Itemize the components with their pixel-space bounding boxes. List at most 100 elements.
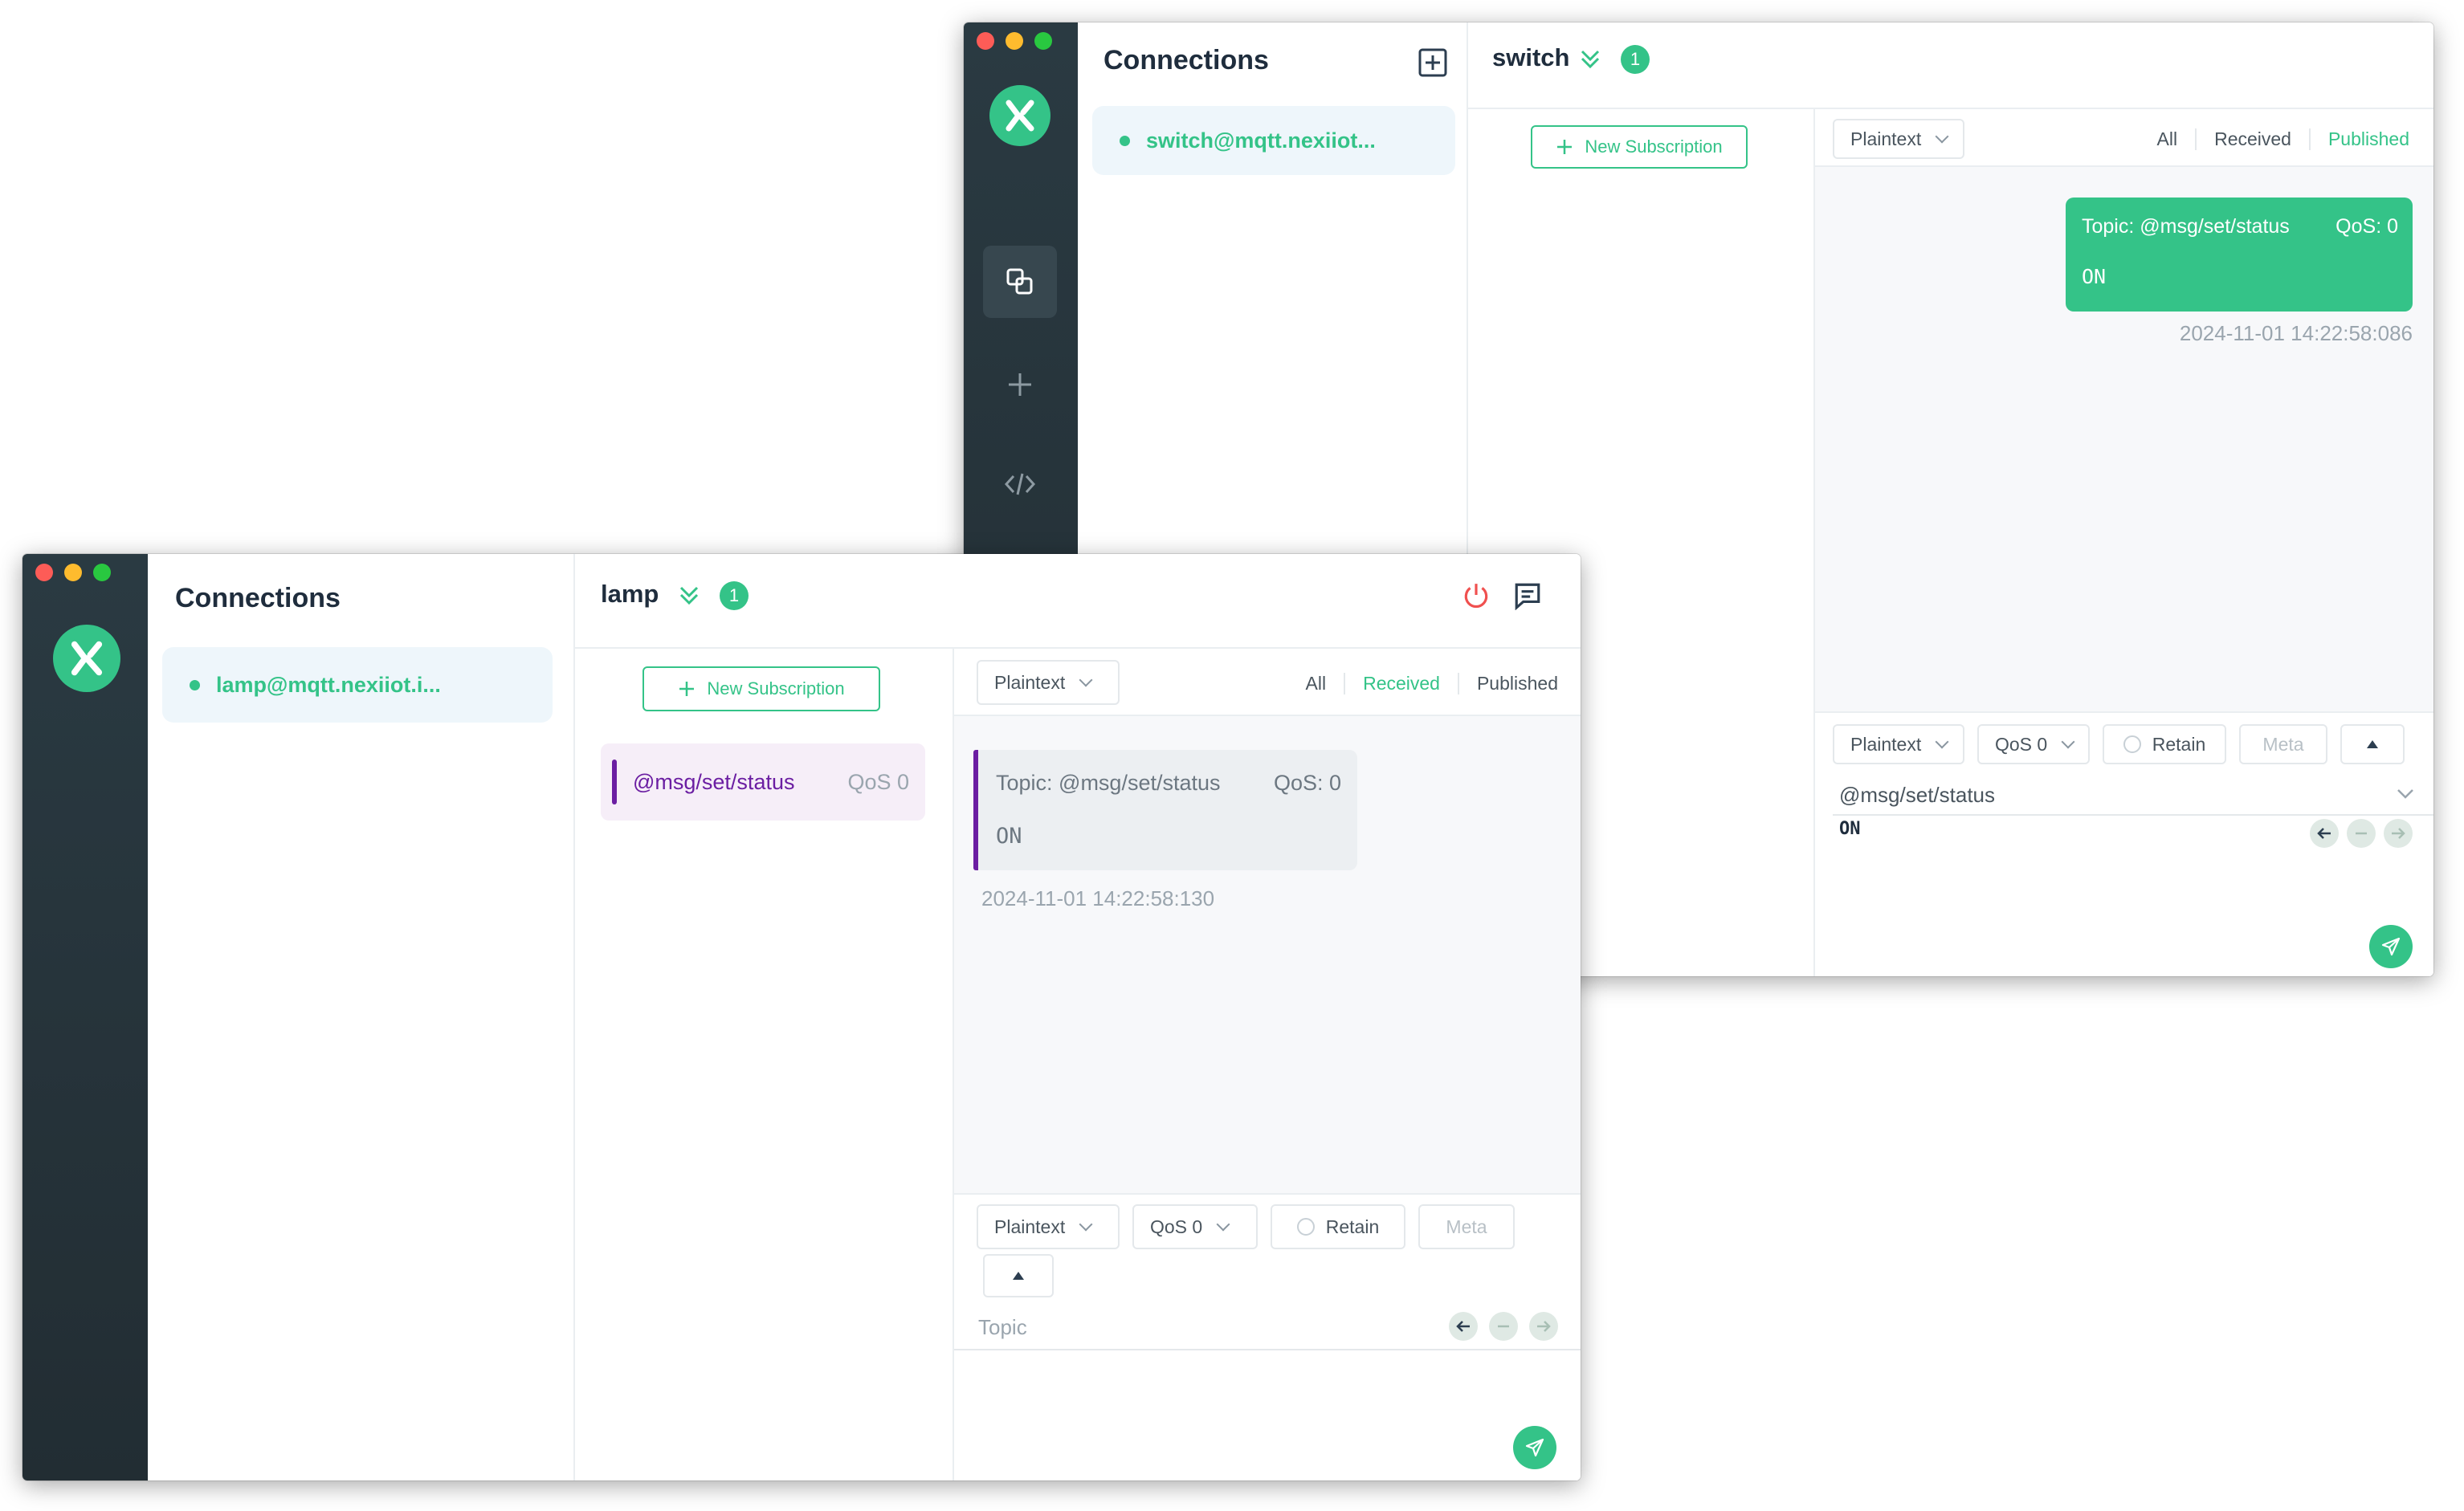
send-button[interactable] [1513,1426,1556,1469]
lamp-window: Connections lamp@mqtt.nexiiot.i... lamp … [22,554,1581,1480]
subscription-item[interactable]: @msg/set/status QoS 0 [601,743,925,821]
connections-panel: Connections lamp@mqtt.nexiiot.i... [148,554,575,1480]
publish-format-select[interactable]: Plaintext [977,1204,1120,1249]
collapse-button[interactable] [675,581,704,610]
retain-toggle[interactable]: Retain [1271,1204,1405,1249]
topic-divider [954,1349,1581,1350]
power-icon [1464,584,1488,609]
publish-qos-select[interactable]: QoS 0 [1132,1204,1258,1249]
double-chevron-down-icon [679,586,699,605]
next-history-button[interactable] [2384,819,2413,848]
message-color-bar [973,750,978,870]
chevron-down-icon [1216,1217,1230,1232]
retain-toggle[interactable]: Retain [2103,724,2226,764]
subscriptions-panel: New Subscription @msg/set/status QoS 0 [575,649,954,1480]
publish-area: Plaintext QoS 0 Retain Meta ON [1815,711,2433,976]
status-dot [1120,135,1130,146]
add-connection-button[interactable] [1417,47,1449,79]
retain-radio-icon [1296,1218,1315,1236]
clear-history-button[interactable] [2347,819,2376,848]
plus-icon [1009,373,1031,396]
maximize-window-button[interactable] [1034,32,1052,50]
new-subscription-label: New Subscription [707,678,845,698]
connection-header: switch 1 [1468,22,2433,109]
minus-icon [1498,1325,1509,1328]
double-chevron-down-icon [1581,50,1600,69]
script-nav-button[interactable] [983,448,1057,520]
new-subscription-button[interactable]: New Subscription [1531,125,1748,169]
message-payload: ON [2082,265,2107,288]
previous-history-button[interactable] [1449,1312,1478,1341]
chevron-down-icon [1935,735,1949,749]
previous-history-button[interactable] [2310,819,2339,848]
app-logo-icon [989,85,1050,146]
minimize-window-button[interactable] [64,564,82,581]
filter-received[interactable]: Received [1344,673,1458,694]
format-value: Plaintext [1850,128,1922,149]
payload-format-select[interactable]: Plaintext [977,660,1120,705]
retain-radio-icon [2123,735,2141,753]
meta-label: Meta [1446,1216,1487,1237]
filter-all[interactable]: All [2140,128,2196,150]
filter-published[interactable]: Published [1457,673,1576,694]
add-square-icon [1418,48,1447,77]
message-qos: QoS: 0 [1273,771,1341,795]
next-history-button[interactable] [1529,1312,1558,1341]
connections-nav-button[interactable] [983,246,1057,318]
messages-button[interactable] [1511,580,1544,612]
maximize-window-button[interactable] [93,564,111,581]
chevron-down-icon [1935,129,1949,144]
send-icon [1525,1438,1544,1457]
meta-button[interactable]: Meta [2239,724,2327,764]
message-timestamp: 2024-11-01 14:22:58:130 [981,886,1215,910]
send-button[interactable] [2369,925,2413,968]
connection-item-switch[interactable]: switch@mqtt.nexiiot... [1092,106,1455,175]
new-subscription-label: New Subscription [1585,136,1723,157]
filter-all[interactable]: All [1288,673,1344,694]
minimize-window-button[interactable] [1006,32,1023,50]
format-value: Plaintext [994,671,1066,693]
close-window-button[interactable] [35,564,53,581]
topic-history-toggle[interactable] [2393,782,2417,806]
clear-history-button[interactable] [1489,1312,1518,1341]
meta-button[interactable]: Meta [1418,1204,1515,1249]
expand-publish-button[interactable] [2340,724,2405,764]
publish-payload[interactable]: ON [1839,819,1861,839]
chevron-down-icon [2397,789,2413,799]
publish-topic-input[interactable] [1839,777,2401,813]
new-subscription-button[interactable]: New Subscription [643,666,880,711]
subscription-count-badge: 1 [720,581,749,610]
disconnect-button[interactable] [1460,580,1492,612]
publish-qos-select[interactable]: QoS 0 [1977,724,2090,764]
message-panel: Plaintext All Received Published Topic: … [954,649,1581,1480]
window-controls [977,32,1052,50]
retain-label: Retain [2152,733,2206,755]
chevron-down-icon [1079,1217,1093,1232]
publish-topic-input[interactable] [978,1309,1428,1346]
connection-name: lamp@mqtt.nexiiot.i... [216,672,441,697]
chevron-down-icon [2061,735,2075,749]
new-connection-nav-button[interactable] [983,348,1057,421]
filter-received[interactable]: Received [2195,128,2309,150]
received-message: Topic: @msg/set/status QoS: 0 ON [973,750,1357,870]
arrow-left-icon [1456,1321,1470,1332]
code-icon [1004,473,1036,495]
minus-icon [2356,832,2367,835]
message-payload: ON [996,824,1022,849]
expand-publish-button[interactable] [983,1254,1054,1297]
subscription-topic: @msg/set/status [633,769,795,794]
meta-label: Meta [2262,733,2304,755]
plus-icon [1557,140,1573,154]
close-window-button[interactable] [977,32,994,50]
collapse-button[interactable] [1576,45,1605,74]
message-topic: Topic: @msg/set/status [996,771,1221,795]
connections-title: Connections [1103,45,1269,75]
connection-title: lamp [601,580,659,608]
connection-item-lamp[interactable]: lamp@mqtt.nexiiot.i... [162,647,553,723]
arrow-right-icon [2392,828,2405,839]
filter-published[interactable]: Published [2308,128,2427,150]
message-toolbar: Plaintext All Received Published [1815,109,2433,167]
publish-format-select[interactable]: Plaintext [1833,724,1964,764]
caret-up-icon [2367,740,2378,748]
payload-format-select[interactable]: Plaintext [1833,119,1964,159]
